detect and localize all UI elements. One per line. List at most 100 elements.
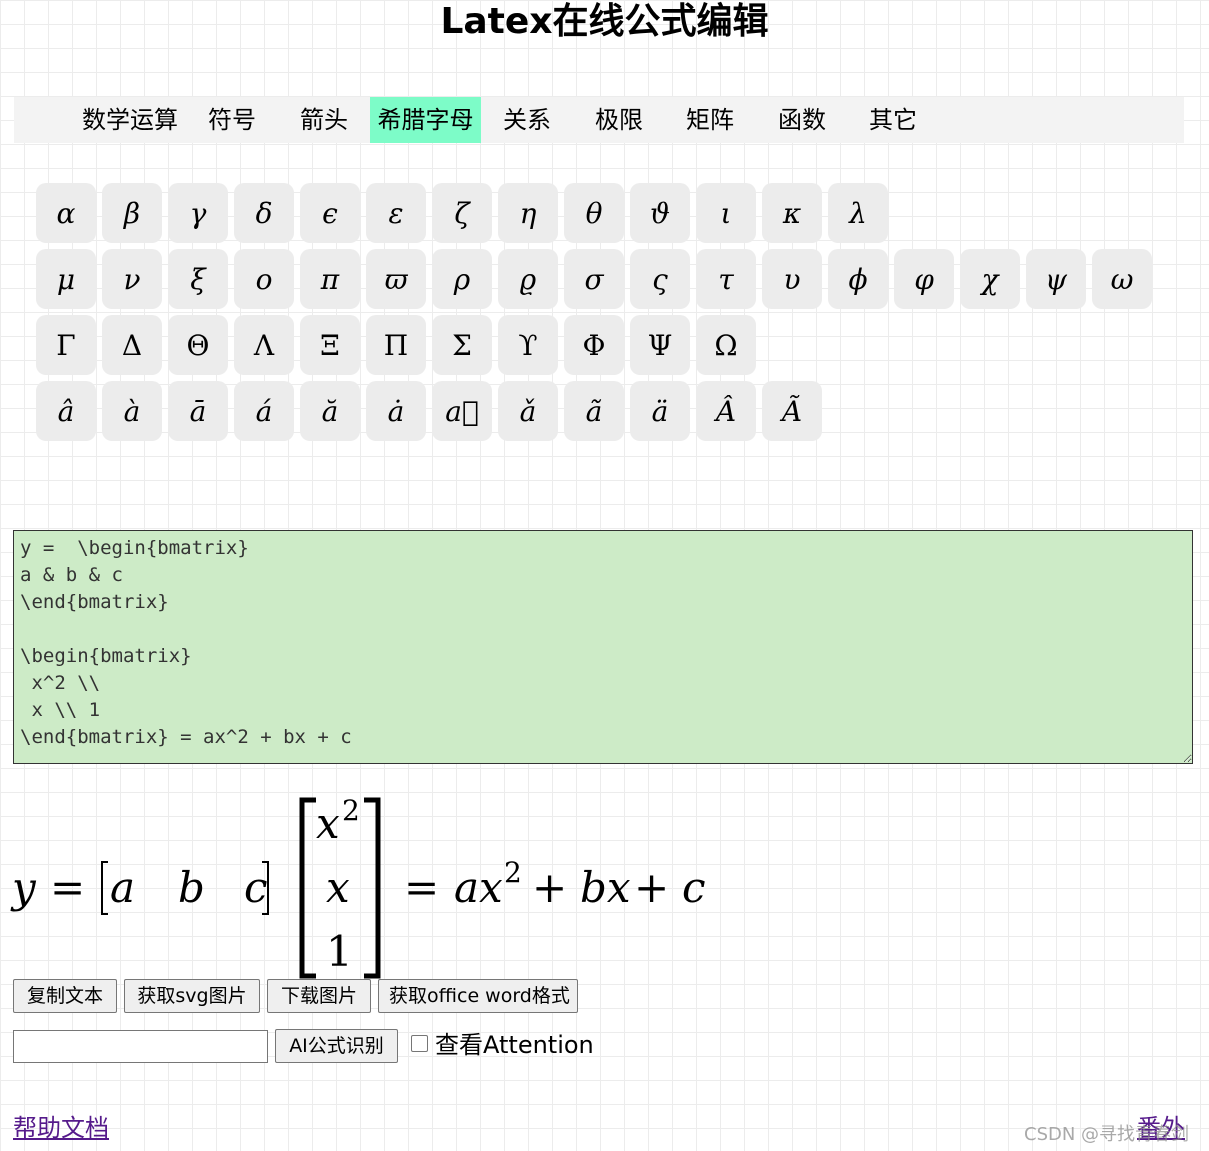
symbol-button-varepsilon[interactable]: ε xyxy=(366,183,426,243)
symbol-button-pi[interactable]: π xyxy=(300,249,360,309)
column-vector-entry: x xyxy=(316,799,340,848)
symbol-button-varphi[interactable]: φ xyxy=(894,249,954,309)
symbol-button-upsilon[interactable]: υ xyxy=(762,249,822,309)
formula-rhs-bx: bx xyxy=(580,863,631,912)
symbol-button-varrho[interactable]: ϱ xyxy=(498,249,558,309)
symbol-button-Psi[interactable]: Ψ xyxy=(630,315,690,375)
symbol-button-zeta[interactable]: ζ xyxy=(432,183,492,243)
formula-equals: = xyxy=(50,863,85,912)
symbol-button-delta[interactable]: δ xyxy=(234,183,294,243)
symbol-button-sigma[interactable]: σ xyxy=(564,249,624,309)
symbol-button-Gamma[interactable]: Γ xyxy=(36,315,96,375)
symbol-button-Pi[interactable]: Π xyxy=(366,315,426,375)
download-image-button[interactable]: 下载图片 xyxy=(267,979,371,1013)
symbol-button-Delta[interactable]: Δ xyxy=(102,315,162,375)
symbol-button-vec[interactable]: a⃗ xyxy=(432,381,492,441)
formula-rhs-ax: ax xyxy=(454,863,503,912)
symbol-button-omega[interactable]: ω xyxy=(1092,249,1152,309)
column-vector-entry: x xyxy=(326,863,350,912)
symbol-button-Xi[interactable]: Ξ xyxy=(300,315,360,375)
tab-matrix[interactable]: 矩阵 xyxy=(680,97,740,143)
row-vector-entry: a xyxy=(110,863,135,912)
symbol-button-grave[interactable]: à xyxy=(102,381,162,441)
symbol-button-widetilde[interactable]: Ã xyxy=(762,381,822,441)
symbol-button-gamma[interactable]: γ xyxy=(168,183,228,243)
symbol-button-check[interactable]: ǎ xyxy=(498,381,558,441)
tab-functions[interactable]: 函数 xyxy=(772,97,832,143)
greek-symbol-panel: α β γ δ ϵ ε ζ η θ ϑ ι κ λ μ ν ξ ο π ϖ ρ … xyxy=(36,183,1166,447)
symbol-button-mu[interactable]: μ xyxy=(36,249,96,309)
category-tab-bar: 数学运算 符号 箭头 希腊字母 关系 极限 矩阵 函数 其它 xyxy=(14,97,1184,143)
get-word-format-button[interactable]: 获取office word格式 xyxy=(378,979,578,1013)
symbol-button-nu[interactable]: ν xyxy=(102,249,162,309)
row-vector-entry: b xyxy=(178,863,205,912)
symbol-button-Theta[interactable]: Θ xyxy=(168,315,228,375)
symbol-button-Lambda[interactable]: Λ xyxy=(234,315,294,375)
symbol-button-Phi[interactable]: Φ xyxy=(564,315,624,375)
tab-math-operations[interactable]: 数学运算 xyxy=(78,97,182,143)
formula-rhs-exponent: 2 xyxy=(504,856,522,889)
tab-symbols[interactable]: 符号 xyxy=(202,97,262,143)
column-vector-left-bracket xyxy=(299,797,316,979)
tab-relations[interactable]: 关系 xyxy=(497,97,557,143)
symbol-button-tilde[interactable]: ã xyxy=(564,381,624,441)
formula-rhs-plus: + xyxy=(532,863,567,912)
symbol-button-varpi[interactable]: ϖ xyxy=(366,249,426,309)
symbol-button-ddot[interactable]: ä xyxy=(630,381,690,441)
symbol-button-chi[interactable]: χ xyxy=(960,249,1020,309)
column-vector-exponent: 2 xyxy=(342,794,360,827)
symbol-button-bar[interactable]: ā xyxy=(168,381,228,441)
symbol-button-epsilon[interactable]: ϵ xyxy=(300,183,360,243)
column-vector-entry: 1 xyxy=(326,927,353,976)
ai-formula-recognize-button[interactable]: AI公式识别 xyxy=(275,1029,398,1063)
tab-limits[interactable]: 极限 xyxy=(589,97,649,143)
formula-lhs: y xyxy=(10,863,37,912)
symbol-button-Sigma[interactable]: Σ xyxy=(432,315,492,375)
symbol-button-vartheta[interactable]: ϑ xyxy=(630,183,690,243)
symbol-button-widehat[interactable]: Â xyxy=(696,381,756,441)
symbol-button-lambda[interactable]: λ xyxy=(828,183,888,243)
symbol-button-alpha[interactable]: α xyxy=(36,183,96,243)
tab-other[interactable]: 其它 xyxy=(863,97,923,143)
symbol-row-lowercase-1: α β γ δ ϵ ε ζ η θ ϑ ι κ λ xyxy=(36,183,1166,243)
help-docs-link[interactable]: 帮助文档 xyxy=(13,1108,109,1143)
formula-preview: y = a b c x 2 x 1 = ax 2 + bx + c xyxy=(10,794,706,979)
symbol-button-beta[interactable]: β xyxy=(102,183,162,243)
symbol-button-omicron[interactable]: ο xyxy=(234,249,294,309)
symbol-button-acute[interactable]: á xyxy=(234,381,294,441)
symbol-button-hat[interactable]: â xyxy=(36,381,96,441)
symbol-button-rho[interactable]: ρ xyxy=(432,249,492,309)
symbol-button-Upsilon[interactable]: ϒ xyxy=(498,315,558,375)
csdn-watermark: CSDN @寻找青春剑 xyxy=(1024,1124,1190,1145)
symbol-button-breve[interactable]: ă xyxy=(300,381,360,441)
latex-editor-textarea[interactable] xyxy=(13,530,1193,764)
symbol-row-accents: â à ā á ă ȧ a⃗ ǎ ã ä Â Ã xyxy=(36,381,1166,441)
tab-greek-letters[interactable]: 希腊字母 xyxy=(370,97,481,143)
symbol-button-iota[interactable]: ι xyxy=(696,183,756,243)
symbol-button-xi[interactable]: ξ xyxy=(168,249,228,309)
formula-rhs-plus: + xyxy=(634,863,669,912)
copy-text-button[interactable]: 复制文本 xyxy=(13,979,117,1013)
row-vector-left-bracket xyxy=(101,861,108,915)
formula-rhs-equals: = xyxy=(404,863,439,912)
symbol-button-tau[interactable]: τ xyxy=(696,249,756,309)
symbol-button-Omega[interactable]: Ω xyxy=(696,315,756,375)
attention-checkbox[interactable] xyxy=(411,1035,428,1052)
symbol-button-psi[interactable]: ψ xyxy=(1026,249,1086,309)
page-title: Latex在线公式编辑 xyxy=(440,1,769,42)
symbol-row-lowercase-2: μ ν ξ ο π ϖ ρ ϱ σ ς τ υ ϕ φ χ ψ ω xyxy=(36,249,1166,309)
symbol-row-uppercase: Γ Δ Θ Λ Ξ Π Σ ϒ Φ Ψ Ω xyxy=(36,315,1166,375)
formula-rhs-c: c xyxy=(682,863,706,912)
symbol-button-theta[interactable]: θ xyxy=(564,183,624,243)
column-vector-right-bracket xyxy=(364,797,381,979)
symbol-button-eta[interactable]: η xyxy=(498,183,558,243)
attention-checkbox-label: 查看Attention xyxy=(435,1031,594,1059)
row-vector-entry: c xyxy=(244,863,268,912)
symbol-button-phi[interactable]: ϕ xyxy=(828,249,888,309)
symbol-button-dot[interactable]: ȧ xyxy=(366,381,426,441)
get-svg-image-button[interactable]: 获取svg图片 xyxy=(124,979,260,1013)
symbol-button-varsigma[interactable]: ς xyxy=(630,249,690,309)
ai-formula-input[interactable] xyxy=(13,1030,268,1063)
tab-arrows[interactable]: 箭头 xyxy=(294,97,354,143)
symbol-button-kappa[interactable]: κ xyxy=(762,183,822,243)
